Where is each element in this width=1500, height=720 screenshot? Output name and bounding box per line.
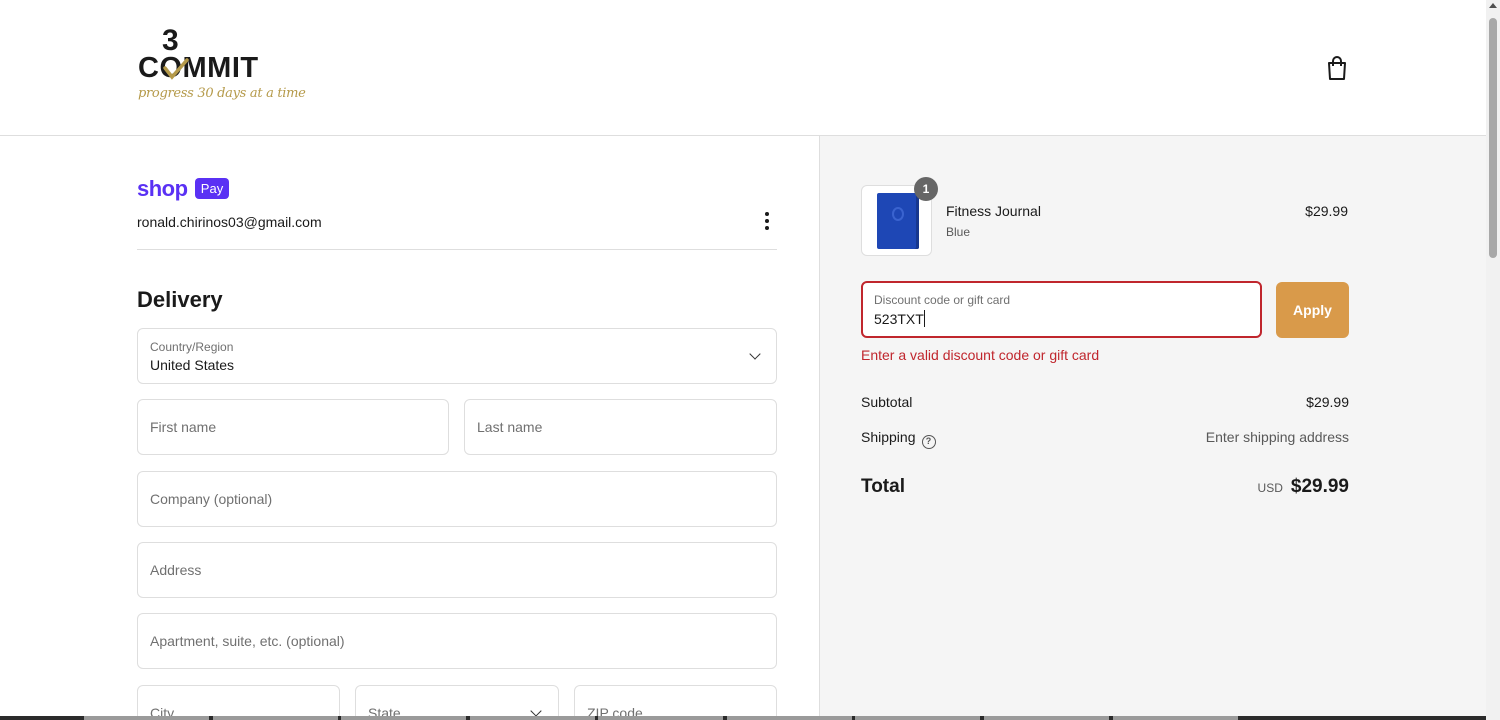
- divider: [137, 249, 777, 250]
- discount-code-input[interactable]: Discount code or gift card 523TXT: [861, 281, 1262, 338]
- company-field[interactable]: Company (optional): [137, 471, 777, 527]
- scroll-up-arrow-icon[interactable]: [1489, 3, 1497, 8]
- discount-value: 523TXT: [874, 310, 925, 327]
- country-select[interactable]: Country/Region United States: [137, 328, 777, 384]
- delivery-heading: Delivery: [137, 287, 223, 312]
- state-select[interactable]: State: [355, 685, 559, 720]
- chevron-down-icon: [530, 705, 542, 717]
- discount-error: Enter a valid discount code or gift card: [861, 347, 1100, 363]
- shipping-value: Enter shipping address: [1205, 429, 1349, 445]
- shop-pay-badge: Pay: [195, 178, 229, 199]
- logo-check-icon: [163, 58, 189, 80]
- subtotal-value: $29.99: [1306, 394, 1349, 410]
- store-logo[interactable]: 3 COMMIT progress 30 days at a time: [136, 24, 306, 114]
- shipping-label: Shipping: [861, 429, 916, 445]
- discount-label: Discount code or gift card: [874, 293, 1011, 307]
- scrollbar-thumb[interactable]: [1489, 18, 1497, 258]
- country-label: Country/Region: [150, 340, 234, 354]
- apply-button[interactable]: Apply: [1276, 282, 1349, 338]
- address-field[interactable]: Address: [137, 542, 777, 598]
- checkout-page: 3 COMMIT progress 30 days at a time shop…: [0, 0, 1500, 720]
- chevron-down-icon: [749, 348, 761, 360]
- product-price: $29.99: [1305, 203, 1348, 219]
- total-row: Total USD $29.99: [861, 476, 1349, 498]
- logo-tagline: progress 30 days at a time: [138, 86, 306, 101]
- last-name-placeholder: Last name: [477, 419, 543, 435]
- product-variant: Blue: [946, 225, 971, 239]
- company-placeholder: Company (optional): [150, 491, 273, 507]
- text-cursor: [923, 310, 925, 327]
- subtotal-label: Subtotal: [861, 394, 913, 410]
- country-value: United States: [150, 357, 235, 373]
- question-circle-icon[interactable]: ?: [921, 435, 936, 449]
- discount-text: 523TXT: [874, 311, 924, 327]
- first-name-field[interactable]: First name: [137, 399, 449, 455]
- total-amount: USD $29.99: [1258, 476, 1349, 498]
- shop-pay-logo: shop: [137, 176, 188, 201]
- order-summary: 1 Fitness Journal Blue $29.99 Discount c…: [819, 136, 1486, 720]
- subtotal-row: Subtotal $29.99: [861, 394, 1349, 410]
- account-email: ronald.chirinos03@gmail.com: [137, 214, 322, 230]
- journal-image: [877, 193, 919, 249]
- taskbar: [0, 716, 1486, 720]
- page-scrollbar[interactable]: [1486, 0, 1500, 720]
- apartment-placeholder: Apartment, suite, etc. (optional): [150, 633, 345, 649]
- first-name-placeholder: First name: [150, 419, 217, 435]
- total-value: $29.99: [1290, 476, 1349, 497]
- total-label: Total: [861, 476, 905, 497]
- shipping-row: Shipping? Enter shipping address: [861, 429, 1349, 449]
- checkout-form: shop Pay ronald.chirinos03@gmail.com Del…: [0, 136, 819, 720]
- logo-word: COMMIT: [138, 52, 259, 84]
- last-name-field[interactable]: Last name: [464, 399, 777, 455]
- product-name: Fitness Journal: [946, 203, 1041, 219]
- address-placeholder: Address: [150, 562, 202, 578]
- city-field[interactable]: City: [137, 685, 340, 720]
- quantity-badge: 1: [914, 177, 938, 201]
- more-vertical-icon[interactable]: [760, 210, 774, 232]
- shopping-bag-icon[interactable]: [1325, 55, 1349, 81]
- zip-field[interactable]: ZIP code: [574, 685, 777, 720]
- header: 3 COMMIT progress 30 days at a time: [0, 0, 1486, 136]
- total-currency: USD: [1257, 481, 1283, 495]
- apartment-field[interactable]: Apartment, suite, etc. (optional): [137, 613, 777, 669]
